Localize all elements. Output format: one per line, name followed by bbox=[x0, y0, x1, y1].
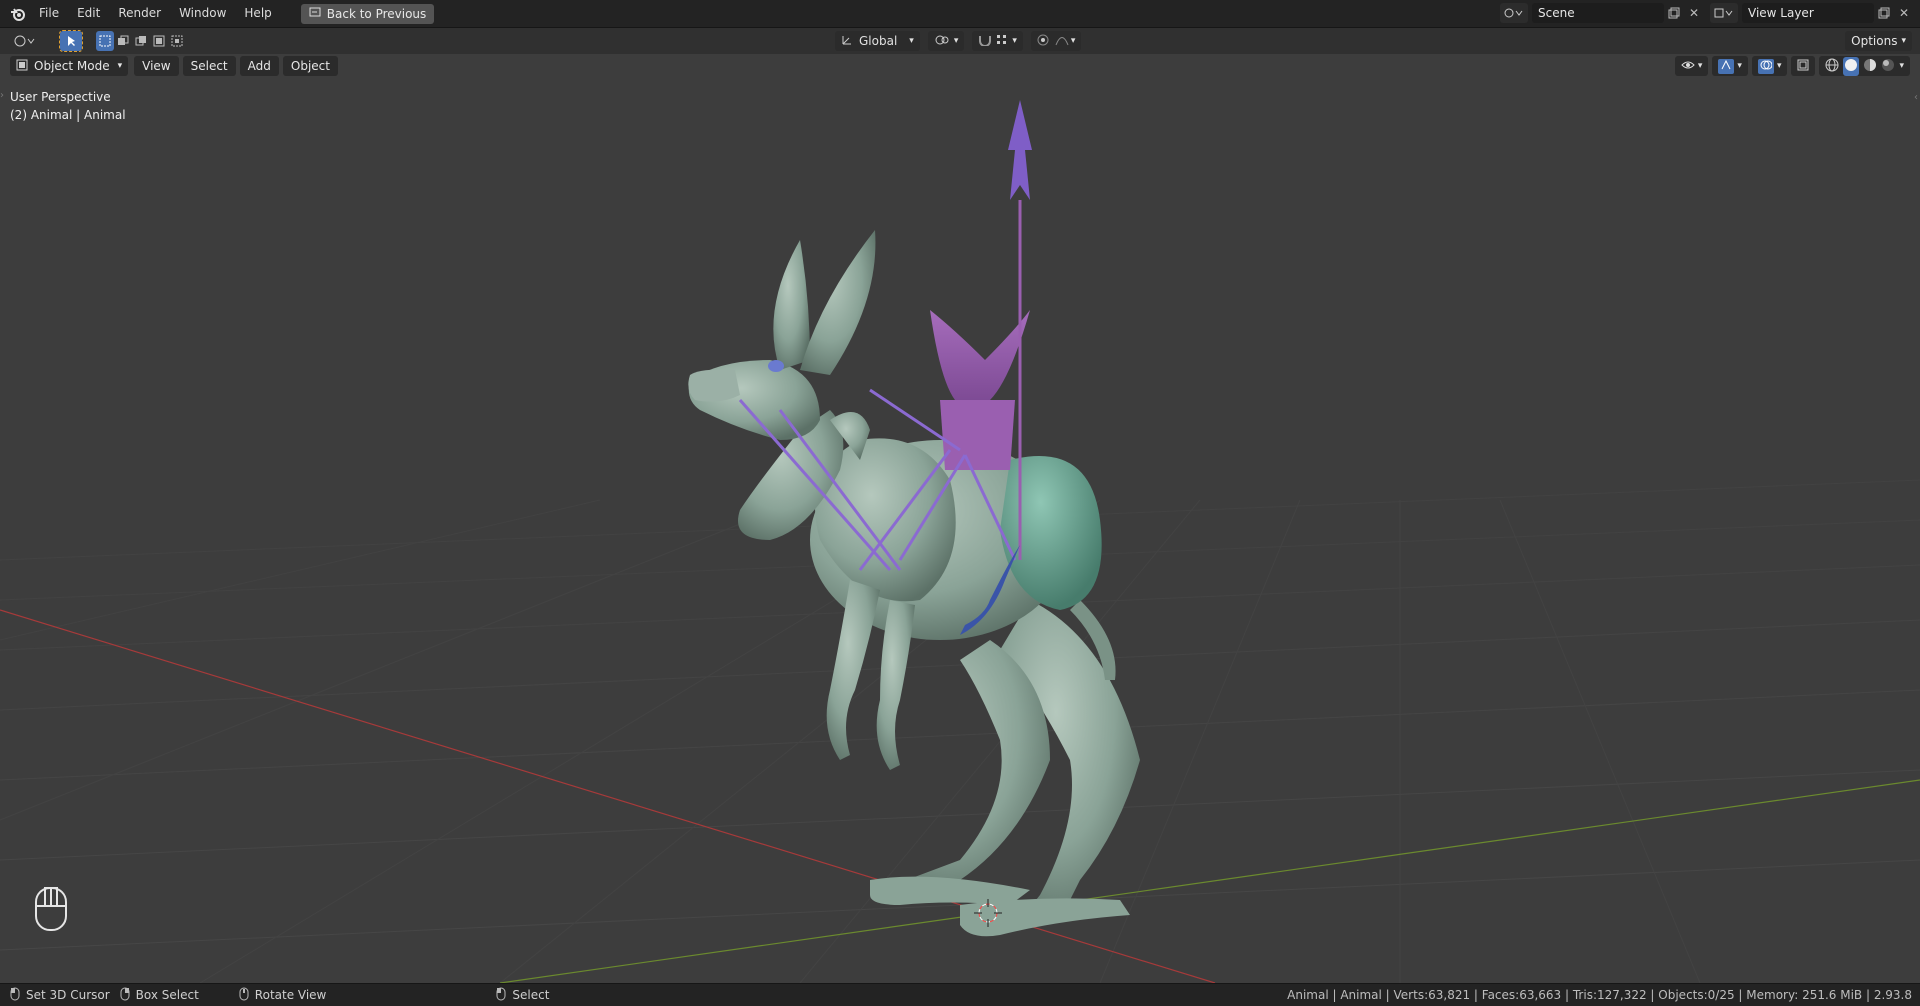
snap-grid-icon bbox=[996, 34, 1008, 49]
back-to-previous-label: Back to Previous bbox=[326, 6, 427, 21]
proportional-edit-icon bbox=[1037, 34, 1049, 49]
pivot-point-dropdown[interactable]: ▾ bbox=[927, 31, 965, 51]
proportional-editing-dropdown[interactable]: ▾ bbox=[1030, 31, 1082, 51]
scene-copy-icon[interactable] bbox=[1664, 3, 1684, 23]
scene-selector: Scene ✕ bbox=[1500, 3, 1704, 23]
select-mode-intersect-icon[interactable] bbox=[168, 31, 186, 51]
chevron-down-icon: ▾ bbox=[1012, 36, 1017, 46]
status-label: Select bbox=[512, 988, 550, 1002]
falloff-curve-icon bbox=[1055, 34, 1069, 49]
xray-icon bbox=[1797, 59, 1809, 74]
status-box-select: Box Select bbox=[120, 987, 199, 1004]
status-rotate-view: Rotate View bbox=[239, 987, 327, 1004]
y-axis-line bbox=[499, 779, 1920, 983]
editor-type-icon[interactable] bbox=[10, 31, 40, 51]
mouse-left-icon bbox=[496, 987, 506, 1004]
back-to-previous-button[interactable]: Back to Previous bbox=[300, 3, 435, 24]
status-label: Box Select bbox=[135, 988, 199, 1002]
menu-edit[interactable]: Edit bbox=[68, 0, 109, 27]
status-label: Rotate View bbox=[254, 988, 327, 1002]
select-mode-new-icon[interactable] bbox=[96, 31, 114, 51]
chevron-down-icon[interactable]: ▾ bbox=[1899, 61, 1904, 71]
mouse-left-icon bbox=[10, 987, 20, 1004]
scene-browse-icon[interactable] bbox=[1500, 3, 1528, 23]
scene-statistics: Animal | Animal | Verts:63,821 | Faces:6… bbox=[1287, 988, 1912, 1002]
menu-file[interactable]: File bbox=[30, 0, 68, 27]
object-mode-icon bbox=[16, 59, 28, 74]
chevron-down-icon: ▾ bbox=[953, 36, 959, 46]
status-label: Set 3D Cursor bbox=[26, 988, 110, 1002]
overlays-dropdown[interactable]: ▾ bbox=[1751, 56, 1788, 76]
select-mode-subtract-icon[interactable] bbox=[132, 31, 150, 51]
orientation-label: Global bbox=[859, 34, 898, 48]
screen-back-icon bbox=[309, 6, 321, 21]
status-set-3d-cursor: Set 3D Cursor bbox=[10, 987, 110, 1004]
overlays-icon bbox=[1757, 58, 1774, 74]
select-mode-extend-icon[interactable] bbox=[114, 31, 132, 51]
view-layer-close-icon[interactable]: ✕ bbox=[1894, 3, 1914, 23]
snap-dropdown[interactable]: ▾ bbox=[972, 31, 1023, 51]
menu-window[interactable]: Window bbox=[170, 0, 235, 27]
chevron-down-icon: ▾ bbox=[117, 61, 123, 71]
gizmo-icon bbox=[1718, 58, 1735, 74]
menu-help[interactable]: Help bbox=[235, 0, 280, 27]
options-label: Options bbox=[1851, 34, 1898, 48]
chevron-down-icon: ▾ bbox=[1070, 36, 1076, 46]
perspective-label: User Perspective bbox=[10, 90, 111, 104]
sidebar-expand-arrow-icon[interactable]: ‹ bbox=[1914, 92, 1918, 103]
magnet-icon bbox=[978, 34, 992, 49]
mouse-hint-icon bbox=[34, 886, 68, 935]
transform-orientation-dropdown[interactable]: Global ▾ bbox=[835, 31, 920, 51]
chevron-down-icon: ▾ bbox=[909, 36, 914, 46]
visibility-dropdown[interactable]: ▾ bbox=[1674, 56, 1709, 76]
orientation-icon bbox=[841, 34, 853, 49]
menu-view[interactable]: View bbox=[134, 56, 179, 76]
solid-shading-icon[interactable] bbox=[1843, 56, 1860, 76]
select-mode-invert-icon[interactable] bbox=[150, 31, 168, 51]
scene-name-field[interactable]: Scene bbox=[1532, 3, 1664, 23]
tool-header: Global ▾ ▾ ▾ ▾ Options ▾ bbox=[0, 28, 1920, 54]
view-layer-name-field[interactable]: View Layer bbox=[1742, 3, 1874, 23]
chevron-down-icon: ▾ bbox=[1697, 61, 1703, 71]
menu-select[interactable]: Select bbox=[182, 56, 236, 76]
material-shading-icon[interactable] bbox=[1863, 58, 1877, 75]
chevron-down-icon: ▾ bbox=[1737, 61, 1742, 71]
gizmo-dropdown[interactable]: ▾ bbox=[1712, 56, 1748, 76]
view-layer-copy-icon[interactable] bbox=[1874, 3, 1894, 23]
menu-render[interactable]: Render bbox=[109, 0, 170, 27]
view-layer-selector: View Layer ✕ bbox=[1710, 3, 1914, 23]
chevron-down-icon: ▾ bbox=[1901, 36, 1906, 46]
3d-viewport[interactable] bbox=[0, 54, 1920, 983]
menu-add[interactable]: Add bbox=[239, 56, 279, 76]
eye-icon bbox=[1681, 59, 1695, 74]
blender-logo-icon[interactable] bbox=[6, 0, 30, 27]
scene-close-icon[interactable]: ✕ bbox=[1684, 3, 1704, 23]
mouse-right-icon bbox=[120, 987, 130, 1004]
mouse-middle-icon bbox=[239, 987, 249, 1004]
kangaroo-creature bbox=[688, 230, 1140, 937]
chevron-down-icon: ▾ bbox=[1776, 61, 1782, 71]
shading-mode-group: ▾ bbox=[1819, 56, 1910, 76]
xray-toggle[interactable] bbox=[1791, 56, 1816, 76]
object-mode-label: Object Mode bbox=[34, 59, 110, 73]
status-select: Select bbox=[496, 987, 549, 1004]
viewport-header: Object Mode ▾ View Select Add Object ▾ ▾… bbox=[0, 54, 1920, 78]
toolbar-expand-arrow-icon[interactable]: › bbox=[0, 90, 4, 101]
rendered-shading-icon[interactable] bbox=[1881, 58, 1895, 75]
pivot-icon bbox=[934, 34, 950, 49]
viewport-scene bbox=[0, 100, 1920, 983]
top-bar: File Edit Render Window Help Back to Pre… bbox=[0, 0, 1920, 28]
object-mode-dropdown[interactable]: Object Mode ▾ bbox=[10, 56, 129, 76]
view-layer-browse-icon[interactable] bbox=[1710, 3, 1738, 23]
options-dropdown[interactable]: Options ▾ bbox=[1845, 31, 1912, 51]
wireframe-shading-icon[interactable] bbox=[1825, 58, 1839, 75]
menu-object[interactable]: Object bbox=[282, 56, 338, 76]
select-tool-icon[interactable] bbox=[59, 30, 83, 52]
status-bar: Set 3D Cursor Box Select Rotate View Sel… bbox=[0, 983, 1920, 1006]
viewport-info-overlay: User Perspective (2) Animal | Animal bbox=[10, 88, 126, 124]
active-object-label: (2) Animal | Animal bbox=[10, 108, 126, 122]
